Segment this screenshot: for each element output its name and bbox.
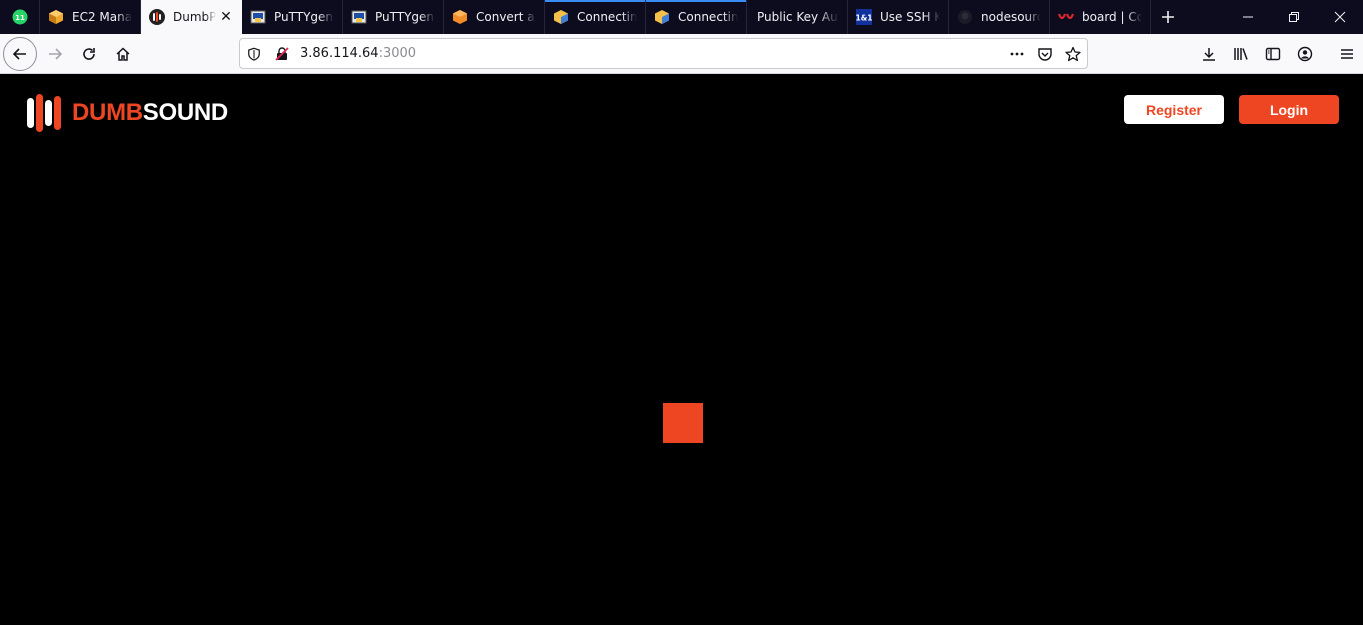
tab-label: EC2 Management <box>72 10 132 24</box>
restore-button[interactable] <box>1271 0 1317 34</box>
bookmark-star-icon[interactable] <box>1059 40 1087 68</box>
pocket-icon[interactable] <box>1031 40 1059 68</box>
login-button[interactable]: Login <box>1239 95 1339 124</box>
sidebar-button[interactable] <box>1257 38 1289 70</box>
library-icon <box>1234 48 1248 60</box>
close-icon[interactable]: ✕ <box>218 9 234 25</box>
sound-bars-logo-icon <box>27 94 61 132</box>
hamburger-menu-icon <box>1341 49 1353 59</box>
orange-cube-icon <box>452 9 468 25</box>
url-host: 3.86.114.64 <box>300 46 379 61</box>
account-icon <box>1297 46 1313 62</box>
tab-label: Use SSH Keys <box>880 10 940 24</box>
tab-convert-ppk[interactable]: Convert a .ppk <box>444 0 545 34</box>
github-icon <box>957 9 973 25</box>
sidebar-icon <box>1265 47 1281 61</box>
tab-connecting-1[interactable]: Connecting to your <box>545 0 646 34</box>
insecure-connection-icon[interactable] <box>268 40 296 68</box>
navigation-toolbar: 3.86.114.64:3000 <box>0 34 1363 74</box>
minimize-button[interactable] <box>1225 0 1271 34</box>
loading-spinner <box>663 403 703 443</box>
tab-connecting-2[interactable]: Connecting to your <box>646 0 747 34</box>
tab-nodesource[interactable]: nodesource <box>949 0 1050 34</box>
tab-board[interactable]: board | Code <box>1050 0 1151 34</box>
url-bar[interactable]: 3.86.114.64:3000 <box>239 38 1088 69</box>
tab-ec2[interactable]: EC2 Management <box>40 0 141 34</box>
dumbways-icon <box>1058 9 1074 25</box>
logo-wordmark: DUMBSOUND <box>72 101 228 125</box>
tab-label: Connecting to your <box>577 10 637 24</box>
tab-dumbplay[interactable]: DumbPlay ✕ <box>141 0 242 34</box>
tab-public-key-auth[interactable]: Public Key Authentication <box>747 0 848 34</box>
ionos-icon: 1&1 <box>856 9 872 25</box>
home-button[interactable] <box>107 38 139 70</box>
menu-button[interactable] <box>1331 38 1363 70</box>
logo-text-dumb: DUMB <box>72 99 143 126</box>
tab-label: PuTTYgen Download <box>375 10 435 24</box>
page-actions-icon[interactable] <box>1003 40 1031 68</box>
whatsapp-icon: 11 <box>12 9 28 25</box>
dumbsound-icon <box>149 9 165 25</box>
forward-arrow-icon <box>49 47 63 60</box>
tab-puttygen-2[interactable]: PuTTYgen Download <box>343 0 444 34</box>
home-icon <box>116 46 130 61</box>
account-button[interactable] <box>1289 38 1321 70</box>
puttygen-icon <box>351 9 367 25</box>
library-button[interactable] <box>1225 38 1257 70</box>
downloads-button[interactable] <box>1193 38 1225 70</box>
shield-icon[interactable] <box>240 40 268 68</box>
tab-label: nodesource <box>981 10 1041 24</box>
tab-puttygen-1[interactable]: PuTTYgen Download <box>242 0 343 34</box>
aws-box-icon <box>553 9 569 25</box>
download-icon <box>1203 48 1215 61</box>
puttygen-icon <box>250 9 266 25</box>
new-tab-button[interactable] <box>1151 0 1185 34</box>
aws-cube-icon <box>48 9 64 25</box>
tab-strip: 11 EC2 Management DumbPlay ✕ PuTTYgen Do… <box>0 0 1363 34</box>
page-content: DUMBSOUND Register Login <box>0 74 1363 625</box>
back-arrow-icon <box>12 47 26 60</box>
url-port: :3000 <box>378 46 417 61</box>
tab-label: Public Key Authentication <box>757 10 839 24</box>
close-window-button[interactable] <box>1317 0 1363 34</box>
forward-button[interactable] <box>39 38 71 70</box>
logo-text-sound: SOUND <box>142 99 228 126</box>
svg-text:11: 11 <box>15 14 25 22</box>
tab-ssh-keys[interactable]: 1&1 Use SSH Keys <box>848 0 949 34</box>
tab-label: Connecting to your <box>678 10 738 24</box>
tab-label: board | Code <box>1082 10 1142 24</box>
aws-box-icon <box>654 9 670 25</box>
svg-text:1&1: 1&1 <box>856 14 872 23</box>
url-text[interactable]: 3.86.114.64:3000 <box>296 46 1003 61</box>
dumbsound-logo[interactable]: DUMBSOUND <box>26 94 228 132</box>
reload-icon <box>83 47 95 60</box>
reload-button[interactable] <box>73 38 105 70</box>
tab-label: Convert a .ppk <box>476 10 536 24</box>
register-button[interactable]: Register <box>1124 95 1224 124</box>
back-button[interactable] <box>3 36 37 71</box>
tab-label: PuTTYgen Download <box>274 10 334 24</box>
tab-label: DumbPlay <box>173 10 216 24</box>
tab-whatsapp[interactable]: 11 <box>0 0 40 34</box>
